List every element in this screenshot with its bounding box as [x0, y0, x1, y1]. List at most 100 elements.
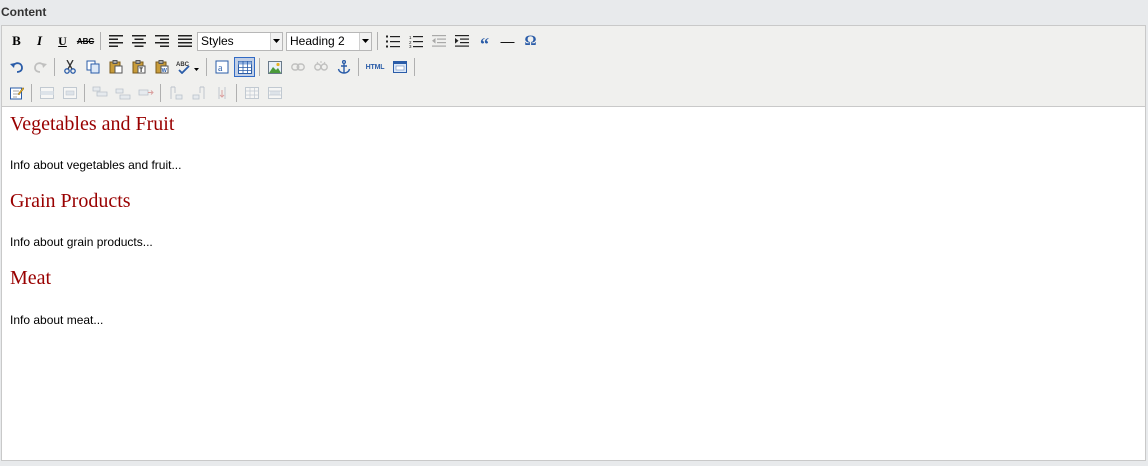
horizontal-rule-button[interactable]: — [497, 31, 518, 51]
heading-grain: Grain Products [10, 190, 131, 212]
toolbar-separator [236, 84, 237, 102]
table-cell-icon [170, 86, 182, 100]
table-row-after-button[interactable] [112, 83, 133, 103]
find-icon: a [215, 60, 228, 74]
blockquote-button[interactable]: “ [474, 31, 495, 53]
toolbar-separator [84, 84, 85, 102]
bullet-list-icon [385, 35, 400, 47]
paste-button[interactable] [105, 57, 126, 77]
column-before-button[interactable] [165, 83, 186, 103]
link-button[interactable] [287, 57, 308, 77]
paragraph-2: Info about grain products... [10, 234, 153, 250]
toolbar-separator [206, 58, 207, 76]
svg-text:3: 3 [409, 44, 412, 48]
anchor-icon [337, 60, 350, 74]
paragraph-3: Info about meat... [10, 312, 103, 328]
indent-button[interactable] [451, 31, 472, 51]
section-3: Meat [10, 266, 51, 290]
column-after-button[interactable] [188, 83, 209, 103]
paste-icon [109, 60, 122, 74]
paragraph-meat: Info about meat... [10, 313, 104, 327]
content-field-label: Content [1, 5, 47, 19]
table-cell-icon [115, 88, 130, 100]
cut-icon [63, 60, 76, 74]
insert-row-icon [39, 87, 54, 99]
toolbar-separator [358, 58, 359, 76]
image-icon [267, 60, 282, 74]
styles-select[interactable]: Styles [197, 31, 283, 51]
editor-toolbar: B I U ABC Styles Heading 2 123 “ — Ω T W… [2, 26, 1145, 107]
paragraph-grain: Info about grain products... [10, 235, 153, 249]
outdent-button[interactable] [428, 31, 449, 51]
cut-button[interactable] [59, 57, 80, 77]
anchor-button[interactable] [333, 57, 354, 77]
undo-icon [9, 62, 23, 73]
chevron-down-icon [270, 32, 282, 50]
svg-text:W: W [161, 68, 167, 74]
html-source-button[interactable]: HTML [363, 57, 387, 77]
underline-button[interactable]: U [52, 31, 73, 51]
edit-button[interactable] [6, 83, 27, 103]
align-left-icon [108, 35, 123, 47]
paste-text-button[interactable]: T [128, 57, 149, 77]
format-select[interactable]: Heading 2 [286, 31, 372, 51]
preview-icon [392, 61, 407, 73]
table-cell-icon [192, 86, 204, 100]
toolbar-separator [31, 84, 32, 102]
bold-button[interactable]: B [6, 31, 27, 51]
table-button[interactable] [234, 57, 255, 77]
section-2: Grain Products [10, 189, 131, 213]
toolbar-separator [100, 32, 101, 50]
html-source-icon: HTML [365, 63, 385, 71]
special-char-button[interactable]: Ω [520, 31, 541, 51]
toolbar-row-2: T W ABC a HTML [6, 55, 419, 79]
delete-row-icon [62, 87, 77, 99]
align-justify-button[interactable] [174, 31, 195, 51]
split-cell-icon [244, 87, 259, 99]
svg-text:T: T [139, 68, 143, 74]
unlink-icon [313, 61, 328, 71]
underline-icon: U [58, 33, 67, 48]
italic-icon: I [36, 33, 43, 48]
delete-row-button[interactable] [59, 83, 80, 103]
chevron-down-icon [359, 32, 371, 50]
heading-meat: Meat [10, 267, 52, 289]
split-cell-button[interactable] [241, 83, 262, 103]
preview-button[interactable] [389, 57, 410, 77]
redo-icon [33, 62, 47, 73]
toolbar-separator [259, 58, 260, 76]
delete-table-row-button[interactable] [135, 83, 156, 103]
table-cell-icon [92, 86, 107, 97]
redo-button[interactable] [29, 57, 50, 77]
copy-button[interactable] [82, 57, 103, 77]
strikethrough-icon: ABC [76, 36, 95, 46]
heading-vegetables: Vegetables and Fruit [10, 113, 175, 135]
numbered-list-button[interactable]: 123 [405, 31, 426, 51]
align-left-button[interactable] [105, 31, 126, 51]
undo-button[interactable] [6, 57, 27, 77]
italic-button[interactable]: I [29, 31, 50, 51]
numbered-list-icon: 123 [409, 35, 423, 48]
insert-row-button[interactable] [36, 83, 57, 103]
paste-text-icon: T [132, 60, 145, 74]
toolbar-row-1: B I U ABC Styles Heading 2 123 “ — Ω [6, 29, 543, 53]
spellcheck-icon: ABC [176, 62, 199, 74]
merge-cell-button[interactable] [264, 83, 285, 103]
toolbar-separator [160, 84, 161, 102]
paste-word-button[interactable]: W [151, 57, 172, 77]
rich-text-editor: B I U ABC Styles Heading 2 123 “ — Ω T W… [1, 25, 1146, 461]
strikethrough-button[interactable]: ABC [75, 31, 96, 51]
delete-row-icon [218, 87, 225, 99]
find-button[interactable]: a [211, 57, 232, 77]
unlink-button[interactable] [310, 57, 331, 77]
delete-column-button[interactable] [211, 83, 232, 103]
table-row-before-button[interactable] [89, 83, 110, 103]
paragraph-vegetables: Info about vegetables and fruit... [10, 158, 182, 172]
bullet-list-button[interactable] [382, 31, 403, 51]
merge-cell-icon [267, 87, 282, 99]
image-button[interactable] [264, 57, 285, 77]
align-right-button[interactable] [151, 31, 172, 51]
spellcheck-button[interactable]: ABC [174, 57, 202, 77]
align-center-button[interactable] [128, 31, 149, 51]
edit-icon [9, 87, 24, 100]
